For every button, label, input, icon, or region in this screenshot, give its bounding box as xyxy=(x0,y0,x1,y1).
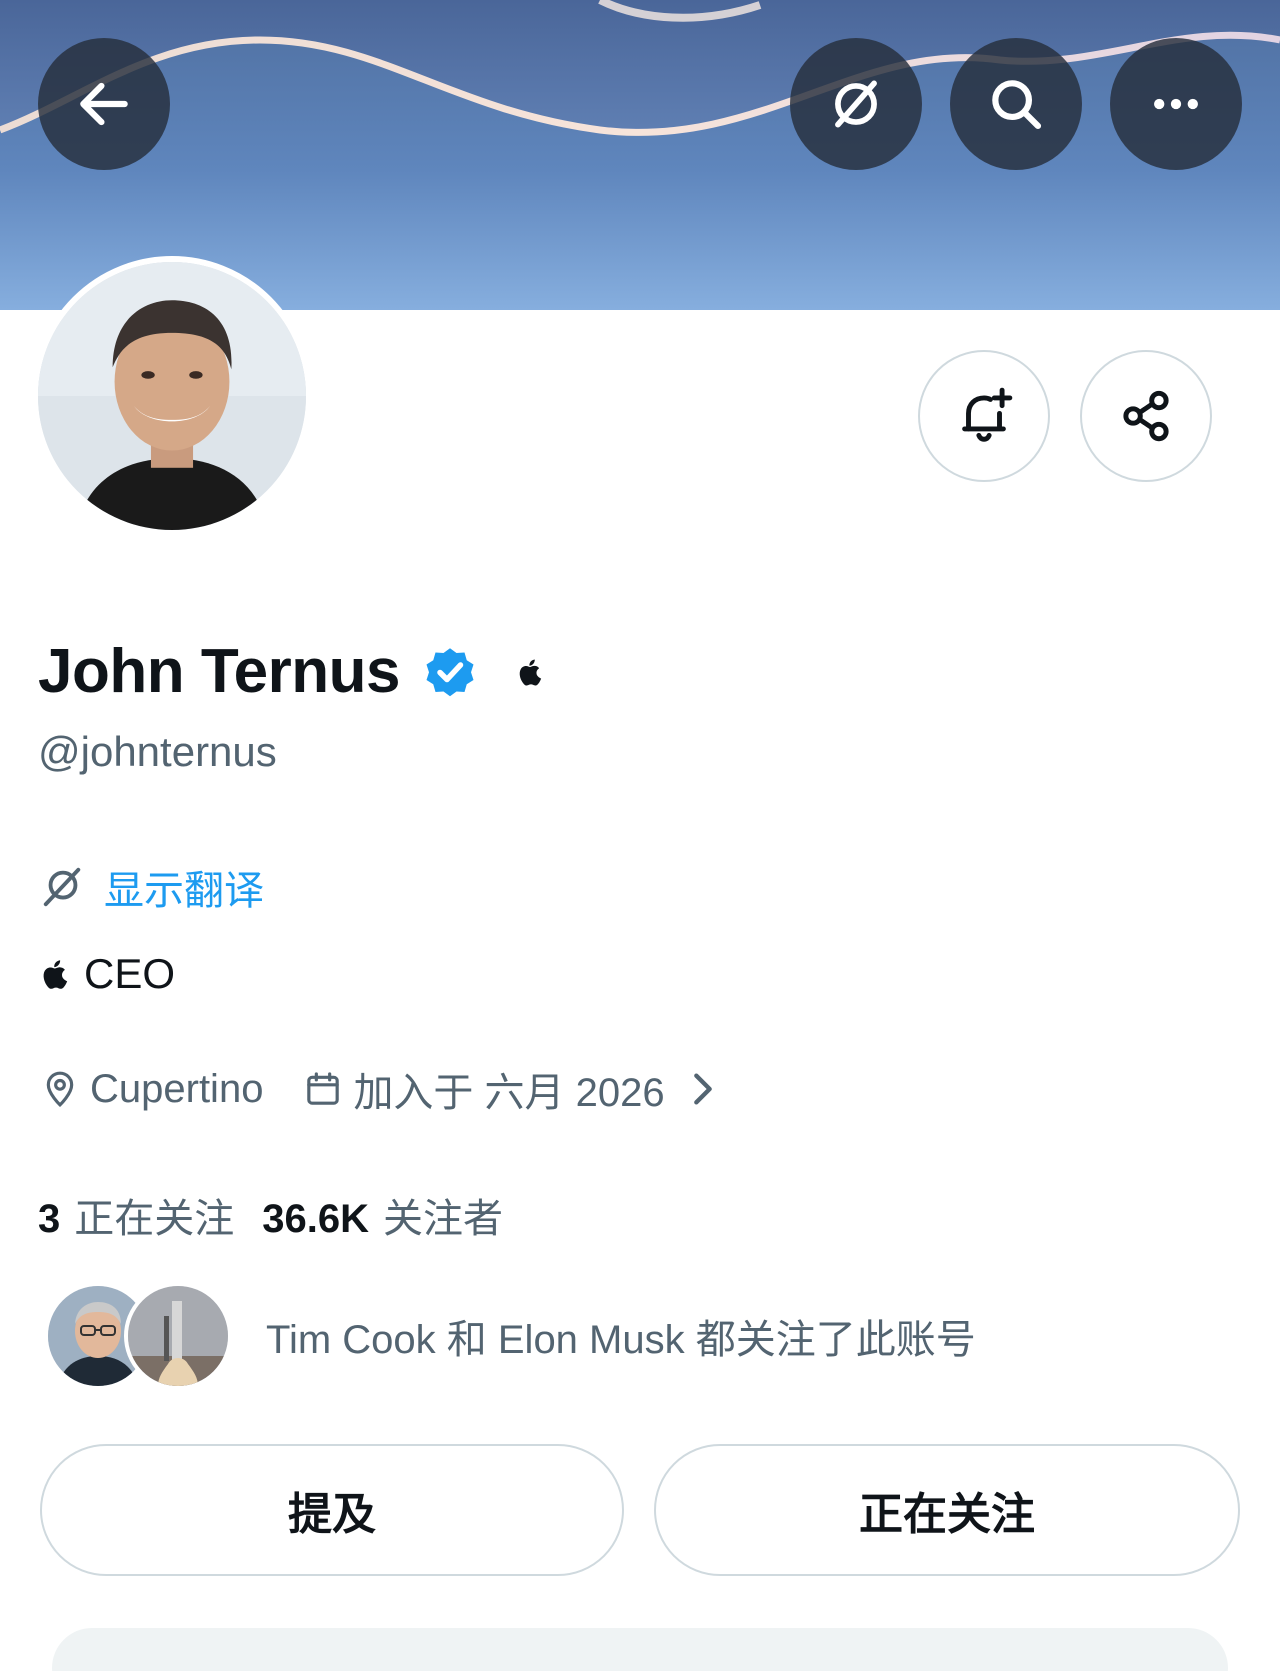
mention-button[interactable]: 提及 xyxy=(40,1444,624,1576)
apple-logo-icon xyxy=(43,960,68,989)
translate-icon xyxy=(835,80,877,128)
translate-icon xyxy=(43,867,81,907)
elon-musk-avatar-image xyxy=(128,1286,228,1386)
bio-text: CEO xyxy=(84,950,176,997)
join-date-text: 加入于 六月 2026 xyxy=(353,1071,665,1115)
share-icon xyxy=(1123,390,1169,442)
apple-logo-icon[interactable] xyxy=(516,655,546,689)
name-row: John Ternus xyxy=(38,636,546,707)
back-arrow-icon xyxy=(80,82,128,126)
calendar-icon xyxy=(307,1072,340,1105)
notify-button[interactable] xyxy=(918,350,1050,482)
followers-label[interactable]: 关注者 xyxy=(383,1186,503,1244)
follower-avatar-elon-musk[interactable] xyxy=(124,1282,232,1390)
more-button[interactable] xyxy=(1110,38,1242,170)
handle: @johnternus xyxy=(38,728,277,775)
verified-badge-icon[interactable] xyxy=(420,642,480,702)
following-label[interactable]: 正在关注 xyxy=(74,1186,234,1244)
bio: CEO xyxy=(40,950,175,998)
followers-count[interactable]: 36.6K xyxy=(262,1197,369,1242)
followed-by[interactable]: Tim Cook 和 Elon Musk 都关注了此账号 xyxy=(44,1282,976,1390)
chevron-right-icon xyxy=(693,1073,712,1105)
search-button[interactable] xyxy=(950,38,1082,170)
bell-plus-icon xyxy=(962,387,1013,442)
location-pin-icon xyxy=(46,1071,74,1108)
followed-by-text: Tim Cook 和 Elon Musk 都关注了此账号 xyxy=(266,1318,976,1362)
following-button[interactable]: 正在关注 xyxy=(654,1444,1240,1576)
avatar-image xyxy=(38,262,306,530)
location-text: Cupertino xyxy=(90,1066,264,1111)
show-translation-link[interactable]: 显示翻译 xyxy=(104,858,264,916)
back-button[interactable] xyxy=(38,38,170,170)
search-icon xyxy=(992,80,1042,130)
profile-meta: Cupertino 加入于 六月 2026 xyxy=(40,1060,723,1118)
share-button[interactable] xyxy=(1080,350,1212,482)
profile-avatar[interactable] xyxy=(32,256,312,536)
following-count[interactable]: 3 xyxy=(38,1197,60,1242)
bottom-card xyxy=(52,1628,1228,1671)
show-translation[interactable]: 显示翻译 xyxy=(40,858,264,916)
location: Cupertino xyxy=(40,1067,263,1112)
join-date[interactable]: 加入于 六月 2026 xyxy=(303,1060,722,1118)
follow-stats: 3 正在关注 36.6K 关注者 xyxy=(38,1186,503,1244)
translate-button[interactable] xyxy=(790,38,922,170)
more-icon xyxy=(1154,98,1198,110)
display-name: John Ternus xyxy=(38,637,400,706)
